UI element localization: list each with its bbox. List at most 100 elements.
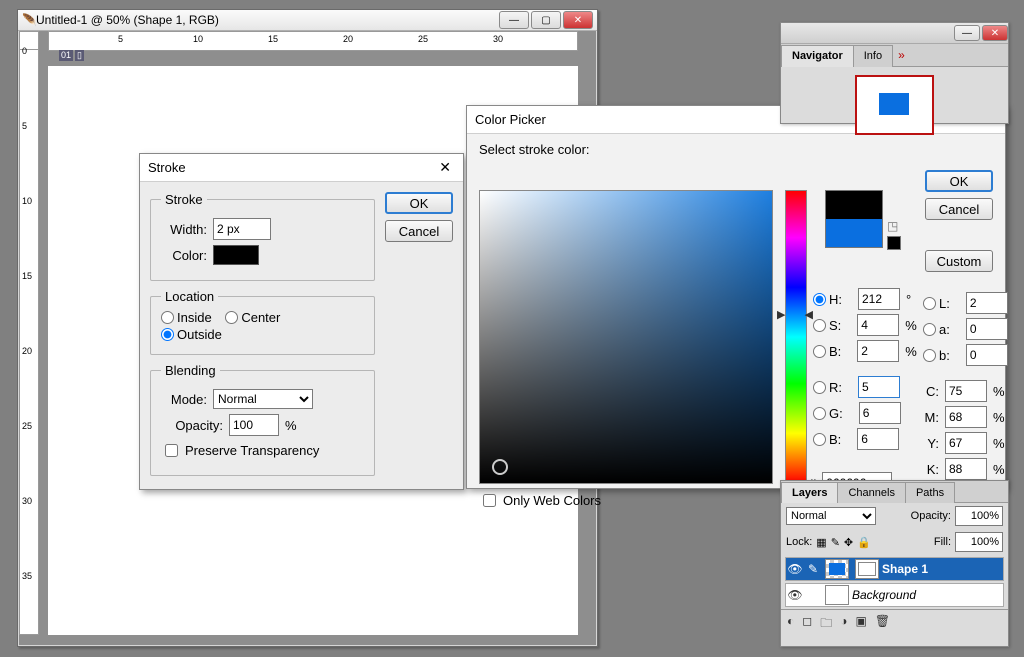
bval-input[interactable] <box>857 340 899 362</box>
r-input[interactable] <box>858 376 900 398</box>
radio-l[interactable]: L: <box>923 296 950 311</box>
lock-label: Lock: <box>786 536 812 548</box>
document-titlebar[interactable]: 🪶 Untitled-1 @ 50% (Shape 1, RGB) — ▢ ✕ <box>18 10 597 31</box>
stroke-width-input[interactable] <box>213 218 271 240</box>
blending-fieldset: Blending Mode: Normal Opacity: % Preserv… <box>150 363 375 476</box>
panel-menu-icon[interactable]: » <box>892 44 911 66</box>
lock-paint-icon[interactable]: ✎ <box>831 536 840 549</box>
bc-input[interactable] <box>857 428 899 450</box>
cube-icon[interactable]: ◳ <box>887 219 898 233</box>
s-input[interactable] <box>857 314 899 336</box>
picker-title: Color Picker <box>475 112 546 127</box>
layer-style-icon[interactable]: ◐ <box>787 614 794 635</box>
radio-inside[interactable]: Inside <box>161 310 212 325</box>
fill-input[interactable] <box>955 532 1003 552</box>
radio-center[interactable]: Center <box>225 310 280 325</box>
color-field-cursor <box>492 459 508 475</box>
web-safe-swatch[interactable] <box>887 236 901 250</box>
layer-mode-select[interactable]: Normal <box>786 507 876 525</box>
delete-layer-icon[interactable]: 🗑 <box>875 614 890 635</box>
stroke-color-label: Color: <box>161 248 207 263</box>
tab-layers[interactable]: Layers <box>781 482 838 503</box>
stroke-dialog: Stroke ✕ Stroke Width: Color: Location I… <box>139 153 464 490</box>
adjustment-icon[interactable]: ◑ <box>840 614 847 635</box>
ruler-horizontal[interactable]: 05 1015 2025 30 <box>48 31 578 51</box>
radio-b[interactable]: B: <box>813 344 841 359</box>
radio-r[interactable]: R: <box>813 380 842 395</box>
blend-mode-select[interactable]: Normal <box>213 389 313 409</box>
tab-channels[interactable]: Channels <box>837 482 905 503</box>
only-web-checkbox[interactable]: Only Web Colors <box>479 491 601 510</box>
fill-label: Fill: <box>934 536 951 548</box>
y-input[interactable] <box>945 432 987 454</box>
close-button[interactable]: ✕ <box>563 11 593 29</box>
picker-ok-button[interactable]: OK <box>925 170 993 192</box>
blend-mode-label: Mode: <box>161 392 207 407</box>
stroke-fieldset: Stroke Width: Color: <box>150 192 375 281</box>
radio-a[interactable]: a: <box>923 322 950 337</box>
tab-paths[interactable]: Paths <box>905 482 955 503</box>
visibility-icon[interactable]: 👁 <box>786 588 804 602</box>
radio-bc[interactable]: B: <box>813 432 841 447</box>
picker-cancel-button[interactable]: Cancel <box>925 198 993 220</box>
new-layer-icon[interactable]: ▣ <box>855 614 866 635</box>
stroke-color-swatch[interactable] <box>213 245 259 265</box>
layer-name: Shape 1 <box>882 562 928 576</box>
minimize-button[interactable]: — <box>499 11 529 29</box>
layer-thumb[interactable] <box>825 559 849 579</box>
anchor-marks: 01▯ <box>59 50 84 61</box>
layer-mask-icon[interactable]: ◻ <box>802 614 812 635</box>
radio-lb[interactable]: b: <box>923 348 950 363</box>
m-input[interactable] <box>945 406 987 428</box>
document-title: Untitled-1 @ 50% (Shape 1, RGB) <box>36 13 219 27</box>
hue-slider[interactable] <box>785 190 807 484</box>
color-field[interactable] <box>479 190 773 484</box>
stroke-width-label: Width: <box>161 222 207 237</box>
stroke-dialog-titlebar[interactable]: Stroke ✕ <box>140 154 463 182</box>
close-icon[interactable]: ✕ <box>435 159 455 176</box>
l-input[interactable] <box>966 292 1008 314</box>
preserve-transparency-checkbox[interactable]: Preserve Transparency <box>161 441 319 460</box>
panel-close-icon[interactable]: ✕ <box>982 25 1008 41</box>
k-input[interactable] <box>945 458 987 480</box>
lb-input[interactable] <box>966 344 1008 366</box>
lock-all-icon[interactable]: 🔒 <box>857 536 871 549</box>
layer-mask-thumb[interactable] <box>855 559 879 579</box>
layers-panel: Layers Channels Paths Normal Opacity: Lo… <box>780 480 1009 647</box>
stroke-ok-button[interactable]: OK <box>385 192 453 214</box>
opacity-input[interactable] <box>229 414 279 436</box>
lock-transparent-icon[interactable]: ▦ <box>816 536 826 549</box>
radio-s[interactable]: S: <box>813 318 841 333</box>
layer-row-background[interactable]: 👁 Background <box>785 583 1004 607</box>
radio-h[interactable]: H: <box>813 292 842 307</box>
navigator-panel: — ✕ Navigator Info » <box>780 22 1009 124</box>
layer-opacity-input[interactable] <box>955 506 1003 526</box>
picker-prompt: Select stroke color: <box>479 142 590 157</box>
c-input[interactable] <box>945 380 987 402</box>
radio-g[interactable]: G: <box>813 406 843 421</box>
navigator-thumbnail[interactable] <box>855 75 934 135</box>
tab-info[interactable]: Info <box>853 45 893 67</box>
panel-minimize-icon[interactable]: — <box>954 25 980 41</box>
color-picker-dialog: Color Picker ✕ Select stroke color: ▶◀ ◳… <box>466 105 1006 489</box>
h-input[interactable] <box>858 288 900 310</box>
radio-outside[interactable]: Outside <box>161 327 222 342</box>
g-input[interactable] <box>859 402 901 424</box>
tab-navigator[interactable]: Navigator <box>781 45 854 67</box>
picker-custom-button[interactable]: Custom <box>925 250 993 272</box>
layer-name: Background <box>852 588 916 602</box>
ruler-vertical[interactable]: 05 1015 2025 3035 <box>19 49 39 635</box>
stroke-cancel-button[interactable]: Cancel <box>385 220 453 242</box>
a-input[interactable] <box>966 318 1008 340</box>
maximize-button[interactable]: ▢ <box>531 11 561 29</box>
app-icon: 🪶 <box>22 13 36 27</box>
visibility-icon[interactable]: 👁 <box>786 562 804 576</box>
location-fieldset: Location Inside Center Outside <box>150 289 375 355</box>
paint-link-icon[interactable]: ✎ <box>804 562 822 576</box>
opacity-label: Opacity: <box>161 418 223 433</box>
new-set-icon[interactable]: 🗀 <box>820 614 832 635</box>
layer-row-shape1[interactable]: 👁 ✎ Shape 1 <box>785 557 1004 581</box>
layer-thumb[interactable] <box>825 585 849 605</box>
current-color-swatch[interactable] <box>825 190 883 248</box>
lock-move-icon[interactable]: ✥ <box>844 536 853 549</box>
